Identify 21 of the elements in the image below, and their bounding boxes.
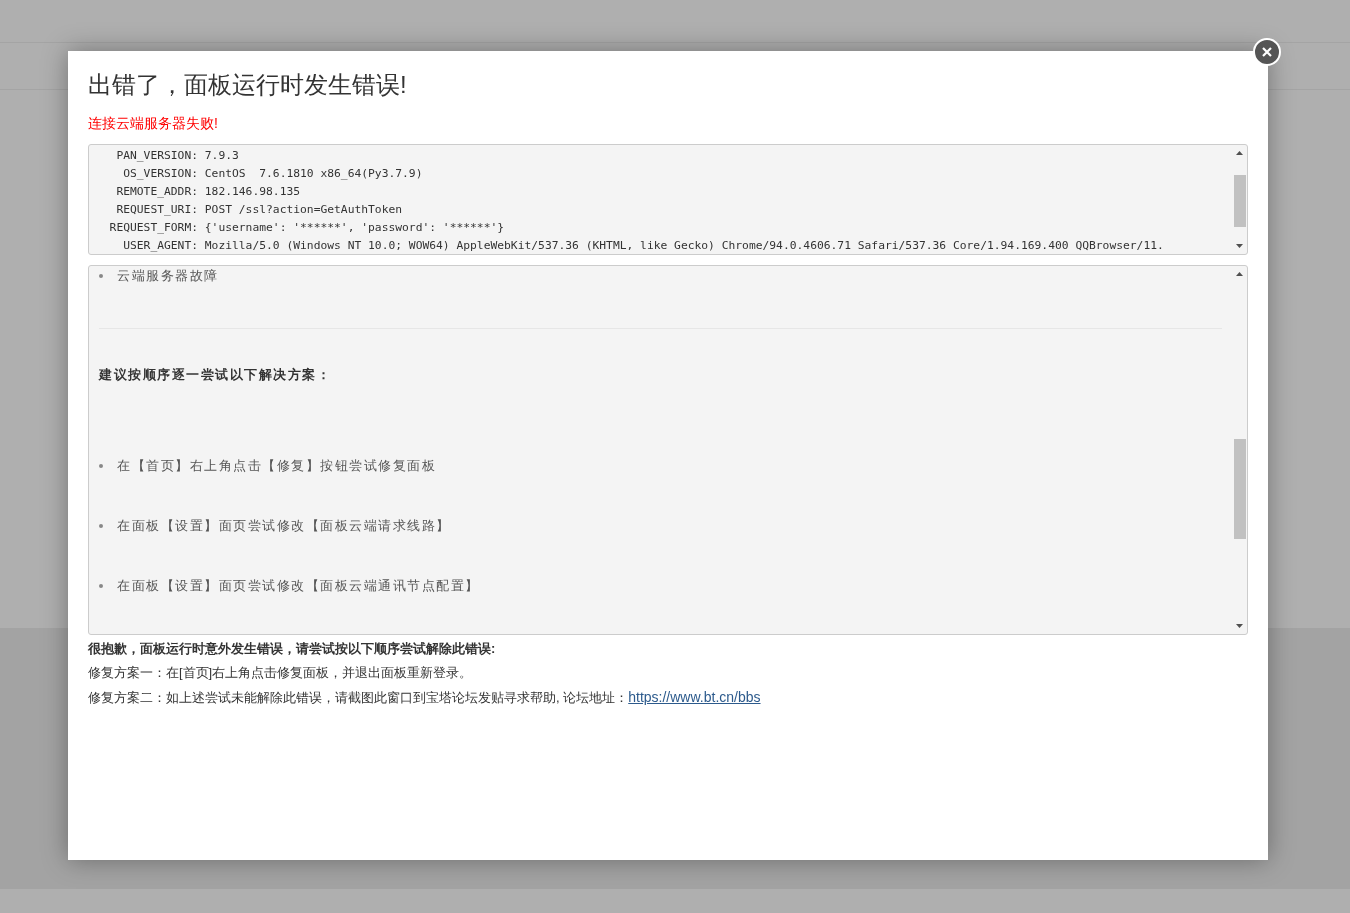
fix-one-text: 修复方案一：在[首页]右上角点击修复面板，并退出面板重新登录。: [88, 664, 474, 682]
solution-item: 在面板【设置】面页尝试修改【面板云端请求线路】: [99, 516, 1222, 536]
scroll-thumb[interactable]: [1233, 439, 1246, 539]
environment-line: REQUEST_URI: POST /ssl?action=GetAuthToken: [115, 202, 404, 218]
fix-two-text: 修复方案二：如上述尝试未能解除此错误，请截图此窗口到宝塔论坛发贴寻求帮助, 论坛地址：https://www.bt.cn/bbs: [88, 688, 762, 707]
cause-item: 云端服务器故障: [99, 266, 1222, 286]
error-message: 连接云端服务器失败!: [88, 114, 219, 133]
solution-item: 在【首页】右上角点击【修复】按钮尝试修复面板: [99, 456, 1222, 476]
close-icon: [1261, 46, 1273, 58]
solutions-heading: 建议按顺序逐一尝试以下解决方案：: [99, 367, 332, 384]
scroll-thumb[interactable]: [1233, 175, 1246, 227]
solution-item: 在面板【设置】面页尝试修改【面板云端通讯节点配置】: [99, 576, 1222, 596]
close-button[interactable]: [1253, 38, 1281, 66]
environment-line: PAN_VERSION: 7.9.3: [115, 148, 240, 164]
environment-line: OS_VERSION: CentOS 7.6.1810 x86_64(Py3.7.9): [122, 166, 424, 182]
environment-line: REQUEST_FORM: {'username': '******', 'password': '******'}: [108, 220, 506, 236]
forum-link[interactable]: https://www.bt.cn/bbs: [628, 689, 761, 705]
environment-line: USER_AGENT: Mozilla/5.0 (Windows NT 10.0; WOW64) AppleWebKit/537.36 (KHTML, like Gecko) Chrome/94.0.4606.71 Safari/537.36 Core/1.94.169.400 QQBrowser/11.: [122, 238, 1165, 254]
environment-line: REMOTE_ADDR: 182.146.98.135: [115, 184, 302, 200]
apology-text: 很抱歉，面板运行时意外发生错误，请尝试按以下顺序尝试解除此错误:: [88, 640, 497, 658]
dialog-title: 出错了，面板运行时发生错误!: [88, 70, 408, 100]
